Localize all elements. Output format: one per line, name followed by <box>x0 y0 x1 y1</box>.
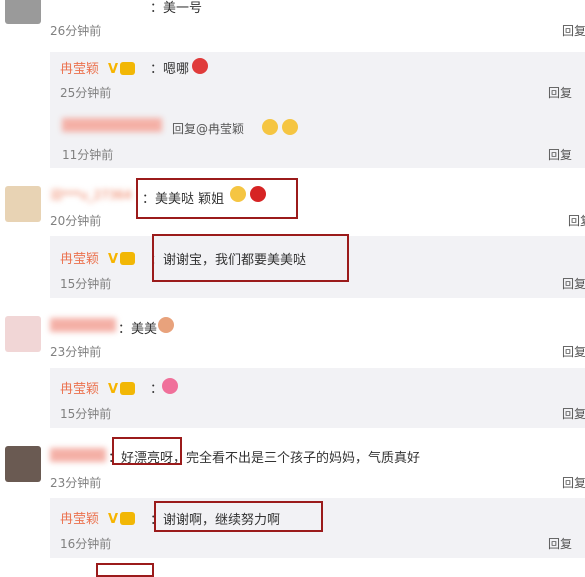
author-nick[interactable]: 冉莹颖 <box>60 378 99 397</box>
user-nick[interactable] <box>50 318 116 332</box>
heart-icon <box>162 378 178 394</box>
user-nick[interactable]: 汨***u_27364 <box>50 186 132 203</box>
comment-time: 20分钟前 <box>50 214 102 228</box>
reply-button[interactable]: 回复 <box>548 146 572 163</box>
user-nick[interactable] <box>62 118 162 132</box>
comment-time: 15分钟前 <box>60 277 112 291</box>
comment-text: ：美一号 <box>150 1 203 16</box>
emoji-icon <box>282 119 298 135</box>
reply-button[interactable]: 回复 <box>562 343 585 360</box>
verified-icon: V <box>106 508 137 527</box>
reply-button[interactable]: 回复 <box>548 535 572 552</box>
comment-time: 15分钟前 <box>60 407 112 421</box>
verified-icon: V <box>106 378 137 397</box>
avatar[interactable] <box>5 446 41 482</box>
reply-button[interactable]: 回复 <box>548 84 572 101</box>
emoji-icon <box>262 119 278 135</box>
reply-button[interactable]: 回复 <box>562 405 585 422</box>
highlight-box <box>112 437 182 465</box>
sub-reply-box <box>50 368 585 428</box>
avatar[interactable] <box>5 316 41 352</box>
reply-mention[interactable]: 回复@冉莹颖 <box>172 120 244 137</box>
avatar[interactable] <box>5 186 41 222</box>
author-nick[interactable]: 冉莹颖 <box>60 58 99 77</box>
verified-icon: V <box>106 248 137 267</box>
comment-text: ：嗯哪 <box>150 62 190 77</box>
reply-button[interactable]: 回复 <box>562 22 585 39</box>
comment-text: ：美美 <box>118 322 158 337</box>
author-nick[interactable]: 冉莹颖 <box>60 508 99 527</box>
comment-time: 16分钟前 <box>60 537 112 551</box>
comment-time: 23分钟前 <box>50 476 102 490</box>
comment-time: 11分钟前 <box>62 148 114 162</box>
comment-time: 26分钟前 <box>50 24 102 38</box>
flower-icon <box>192 58 208 74</box>
highlight-box <box>154 501 323 532</box>
comment-time: 25分钟前 <box>60 86 112 100</box>
comment-time: 23分钟前 <box>50 345 102 359</box>
reply-button[interactable]: 回复 <box>568 212 585 229</box>
user-nick[interactable] <box>50 448 106 462</box>
highlight-box <box>152 234 349 282</box>
comment-text: ： <box>150 382 164 397</box>
highlight-box <box>136 178 298 219</box>
highlight-box <box>96 563 154 577</box>
author-nick[interactable]: 冉莹颖 <box>60 248 99 267</box>
reply-button[interactable]: 回复 <box>562 474 585 491</box>
emoji-icon <box>158 317 174 333</box>
reply-button[interactable]: 回复 <box>562 275 585 292</box>
verified-icon: V <box>106 58 137 77</box>
avatar[interactable] <box>5 0 41 24</box>
